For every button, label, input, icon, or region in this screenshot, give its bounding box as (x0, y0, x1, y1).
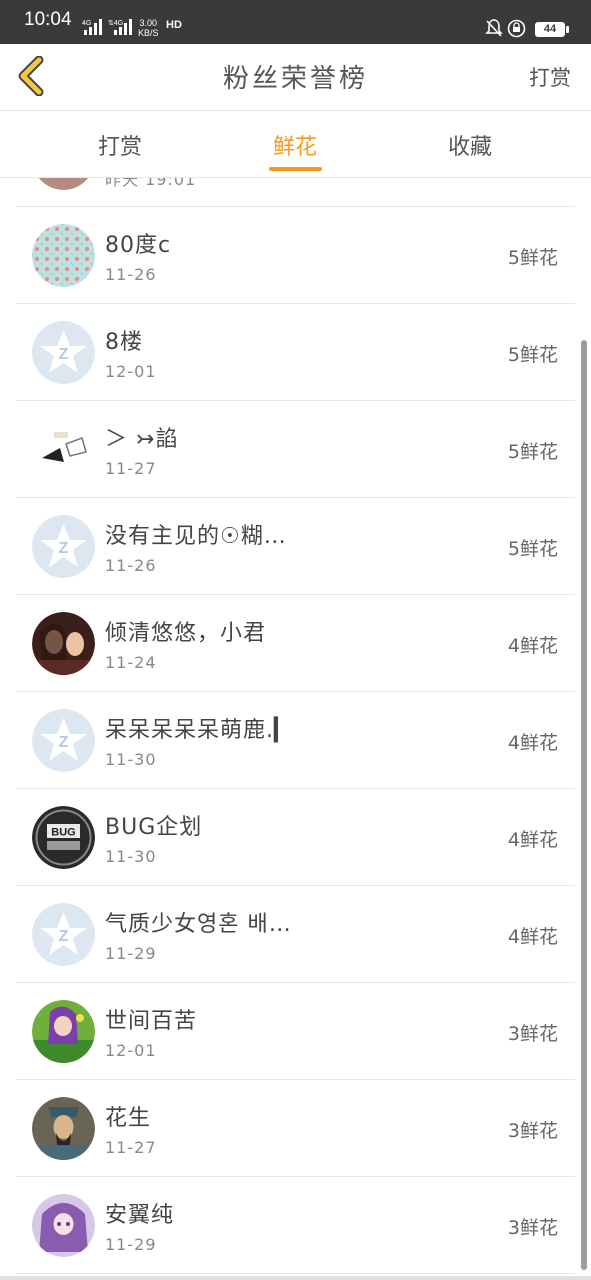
list-item[interactable]: BUG BUG企划 11-30 4鲜花 (16, 789, 575, 886)
status-bar: 10:04 4G ⇅4G 3.00 KB/S HD 44 (0, 0, 591, 44)
list-item-name: 没有主见的☉糊… (105, 524, 287, 549)
flower-count: 4鲜花 (507, 635, 558, 657)
list-item-name: 气质少女영혼 배… (105, 912, 292, 937)
list-item-date: 12-01 (105, 1041, 157, 1060)
signal-icon-2: ⇅4G (108, 19, 132, 35)
app-header: 粉丝荣誉榜 打赏 (0, 44, 591, 111)
lock-rotation-icon (507, 19, 526, 38)
list-item-date: 11-26 (105, 265, 157, 284)
svg-text:Z: Z (59, 928, 69, 945)
battery-level: 44 (543, 23, 557, 35)
svg-text:Z: Z (59, 734, 69, 751)
list-item-date: 11-30 (105, 750, 157, 769)
default-qzone-avatar: Z (32, 903, 95, 966)
list-item-name: ＞ ↣諂 (105, 427, 179, 452)
anime-avatar (32, 1000, 95, 1063)
battery-icon: 44 (535, 22, 565, 37)
tab-favorites[interactable]: 收藏 (410, 129, 530, 161)
net-speed: 3.00 KB/S (138, 18, 159, 38)
net-speed-value: 3.00 (139, 18, 158, 28)
list-item[interactable]: 倾清悠悠，小君 11-24 4鲜花 (16, 595, 575, 692)
list-item[interactable]: 安翼纯 11-29 3鲜花 (16, 1177, 575, 1274)
list-item[interactable]: Z 没有主见的☉糊… 11-26 5鲜花 (16, 498, 575, 595)
list-item-name: BUG企划 (105, 815, 203, 840)
svg-text:Z: Z (59, 346, 69, 363)
reward-button[interactable]: 打赏 (529, 62, 571, 92)
list-item[interactable]: Z 气质少女영혼 배… 11-29 4鲜花 (16, 886, 575, 983)
flower-count: 5鲜花 (507, 247, 558, 269)
default-qzone-avatar: Z (32, 515, 95, 578)
list-item-name: 倾清悠悠，小君 (105, 621, 267, 646)
list-item-name: 80度c (105, 233, 172, 258)
list-item-date: 12-01 (105, 362, 157, 381)
page-title: 粉丝荣誉榜 (222, 64, 368, 94)
list-item-name: 呆呆呆呆呆萌鹿.▎ (105, 718, 292, 743)
list-item-date: 昨天 19:01 (105, 178, 197, 189)
svg-text:4G: 4G (82, 20, 91, 27)
net-speed-unit: KB/S (138, 28, 159, 38)
svg-text:BUG: BUG (51, 827, 75, 839)
status-time: 10:04 (24, 9, 72, 30)
default-qzone-avatar: Z (32, 709, 95, 772)
flower-count: 5鲜花 (507, 344, 558, 366)
anime-purple-avatar (32, 1194, 95, 1257)
list-item-date: 11-29 (105, 944, 157, 963)
list-item-date: 11-27 (105, 459, 157, 478)
list-item-date: 11-30 (105, 847, 157, 866)
flower-count: 5鲜花 (507, 538, 558, 560)
list-item-name: 8楼 (105, 330, 143, 355)
list-item[interactable]: Z 呆呆呆呆呆萌鹿.▎ 11-30 4鲜花 (16, 692, 575, 789)
tab-flowers[interactable]: 鲜花 (235, 129, 355, 161)
list-item[interactable]: ＞ ↣諂 11-27 5鲜花 (16, 401, 575, 498)
flower-count: 3鲜花 (507, 1217, 558, 1239)
list-item[interactable]: 昨天 19:01 (16, 178, 575, 207)
flower-count: 5鲜花 (507, 441, 558, 463)
list-item-date: 11-26 (105, 556, 157, 575)
bottom-edge (0, 1276, 591, 1280)
scrollbar[interactable] (581, 340, 587, 1270)
list-item-date: 11-27 (105, 1138, 157, 1157)
sketch-avatar (32, 418, 95, 481)
bug-logo-avatar: BUG (32, 806, 95, 869)
list-item-name: 花生 (105, 1106, 152, 1131)
flower-count: 3鲜花 (507, 1023, 558, 1045)
list-item-date: 11-29 (105, 1235, 157, 1254)
battery-tip (566, 26, 569, 33)
list-item[interactable]: 80度c 11-26 5鲜花 (16, 207, 575, 304)
warrior-avatar (32, 1097, 95, 1160)
fan-list[interactable]: 昨天 19:01 80度c 11-26 5鲜花 Z 8楼 12-01 5鲜花 ＞… (16, 178, 575, 1280)
bell-muted-icon (485, 19, 503, 37)
svg-text:Z: Z (59, 540, 69, 557)
flower-count: 4鲜花 (507, 829, 558, 851)
photo-avatar (32, 612, 95, 675)
list-item-date: 11-24 (105, 653, 157, 672)
avatar (32, 178, 95, 190)
flower-count: 4鲜花 (507, 732, 558, 754)
list-item[interactable]: Z 8楼 12-01 5鲜花 (16, 304, 575, 401)
tab-indicator (269, 167, 322, 171)
list-item[interactable]: 世间百苦 12-01 3鲜花 (16, 983, 575, 1080)
hd-label: HD (166, 19, 182, 31)
tab-bar: 打赏 鲜花 收藏 (0, 111, 591, 178)
flower-count: 3鲜花 (507, 1120, 558, 1142)
default-qzone-avatar: Z (32, 321, 95, 384)
svg-text:⇅4G: ⇅4G (108, 20, 123, 27)
tab-reward[interactable]: 打赏 (60, 129, 180, 161)
list-item-name: 世间百苦 (105, 1009, 198, 1034)
pattern-avatar (32, 224, 95, 287)
flower-count: 4鲜花 (507, 926, 558, 948)
signal-icon: 4G (82, 19, 102, 35)
list-item[interactable]: 花生 11-27 3鲜花 (16, 1080, 575, 1177)
list-item-name: 安翼纯 (105, 1203, 175, 1228)
